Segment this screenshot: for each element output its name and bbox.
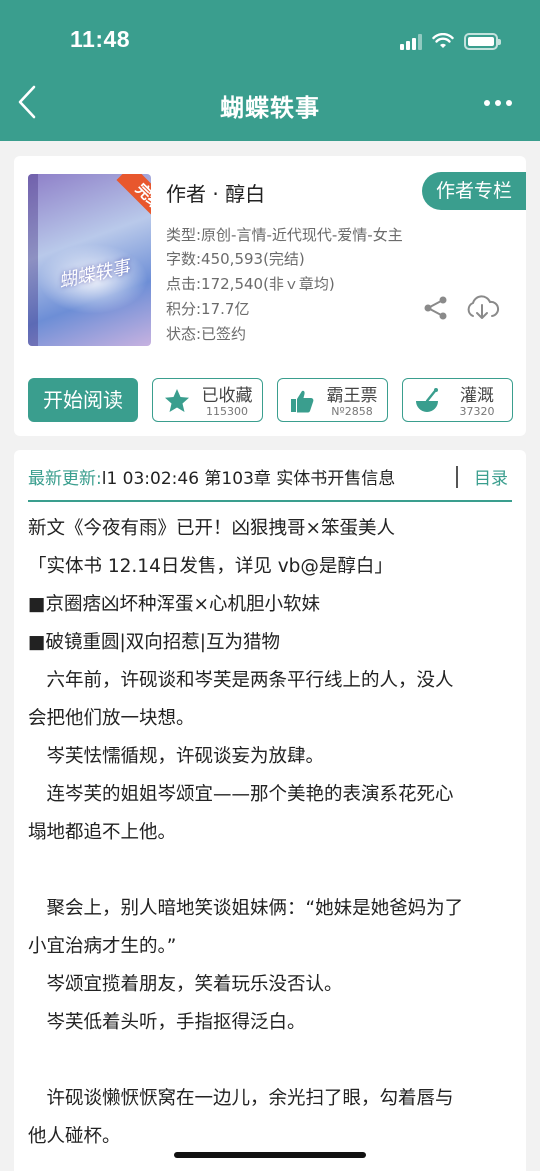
intro-blank-line [28,1042,514,1080]
status-time: 11:48 [70,26,131,52]
intro-line: 六年前，许砚谈和岑芙是两条平行线上的人，没人 [28,670,454,691]
ticket-rank: Nº2858 [331,405,373,418]
home-indicator[interactable] [174,1152,366,1158]
intro-line: 新文《今夜有雨》已开！凶狠拽哥×笨蛋美人 [28,518,396,539]
overlord-ticket-button[interactable]: 霸王票 Nº2858 [277,378,388,422]
intro-line: 岑颂宜揽着朋友，笑着玩乐没否认。 [28,974,343,995]
latest-update[interactable]: 最新更新:l1 03:02:46 第103章 实体书开售信息 [28,464,448,490]
page-title: 蝴蝶轶事 [220,94,320,122]
divider [456,466,458,488]
intro-line: 连岑芙的姐姐岑颂宜——那个美艳的表演系花死心 [28,784,454,805]
book-type: 类型:原创-言情-近代现代-爱情-女主 [166,226,403,244]
status-icons [400,30,501,50]
water-count: 37320 [459,405,495,418]
watering-bottle-icon [416,388,438,412]
intro-line: 许砚谈懒恹恹窝在一边儿，余光扫了眼，勾着唇与 [28,1088,454,1109]
intro-line: 岑芙低着头听，手指抠得泛白。 [28,1012,306,1033]
favorite-button[interactable]: 已收藏 115300 [152,378,263,422]
book-intro: 新文《今夜有雨》已开！凶狠拽哥×笨蛋美人 「实体书 12.14日发售，详见 vb… [28,510,514,1156]
author-column-button[interactable]: 作者专栏 [422,172,526,210]
battery-icon [464,33,501,50]
signal-icon [400,34,422,50]
intro-line: 塌地都追不上他。 [28,822,177,843]
intro-line: 「实体书 12.14日发售，详见 vb@是醇白」 [28,556,393,577]
cloud-download-icon[interactable] [464,294,500,322]
intro-line: ■破镜重圆|双向招惹|互为猎物 [28,632,280,653]
intro-blank-line [28,852,514,890]
book-clicks: 点击:172,540(非ｖ章均) [166,275,335,293]
book-score: 积分:17.7亿 [166,300,250,318]
water-label: 灌溉 [460,386,494,406]
intro-line: 岑芙怯懦循规，许砚谈妄为放肆。 [28,746,325,767]
divider [28,500,512,502]
table-of-contents-link[interactable]: 目录 [474,464,508,489]
completed-ribbon: 完结 [116,174,151,230]
star-icon [165,389,189,412]
book-intro-card: 最新更新:l1 03:02:46 第103章 实体书开售信息 目录 新文《今夜有… [14,450,526,1171]
author-name[interactable]: 作者 · 醇白 [166,178,265,207]
favorite-count: 115300 [206,405,248,418]
ticket-label: 霸王票 [326,386,378,406]
latest-update-label: 最新更新: [28,469,102,489]
thumbs-up-icon [291,390,314,413]
start-reading-button[interactable]: 开始阅读 [28,378,138,422]
intro-line: 小宜治病才生的。” [28,936,177,957]
water-button[interactable]: 灌溉 37320 [402,378,513,422]
intro-line: ■京圈痞凶坏种浑蛋×心机胆小软妹 [28,594,320,615]
intro-line: 会把他们放一块想。 [28,708,195,729]
wifi-icon [432,33,454,48]
share-icon[interactable] [422,294,450,322]
book-word-count: 字数:450,593(完结) [166,250,305,268]
book-cover[interactable]: 蝴蝶轶事 完结 [28,174,151,346]
book-info-card: 蝴蝶轶事 完结 作者 · 醇白 作者专栏 类型:原创-言情-近代现代-爱情-女主… [14,156,526,436]
latest-update-value: l1 03:02:46 第103章 实体书开售信息 [101,469,396,489]
intro-line: 聚会上，别人暗地笑谈姐妹俩：“她妹是她爸妈为了 [28,898,464,919]
intro-line: 他人碰杯。 [28,1126,121,1147]
app-header: 11:48 蝴蝶轶事 [0,0,540,141]
favorite-label: 已收藏 [201,386,253,406]
more-dots-icon[interactable] [484,100,512,106]
book-status: 状态:已签约 [166,325,247,343]
